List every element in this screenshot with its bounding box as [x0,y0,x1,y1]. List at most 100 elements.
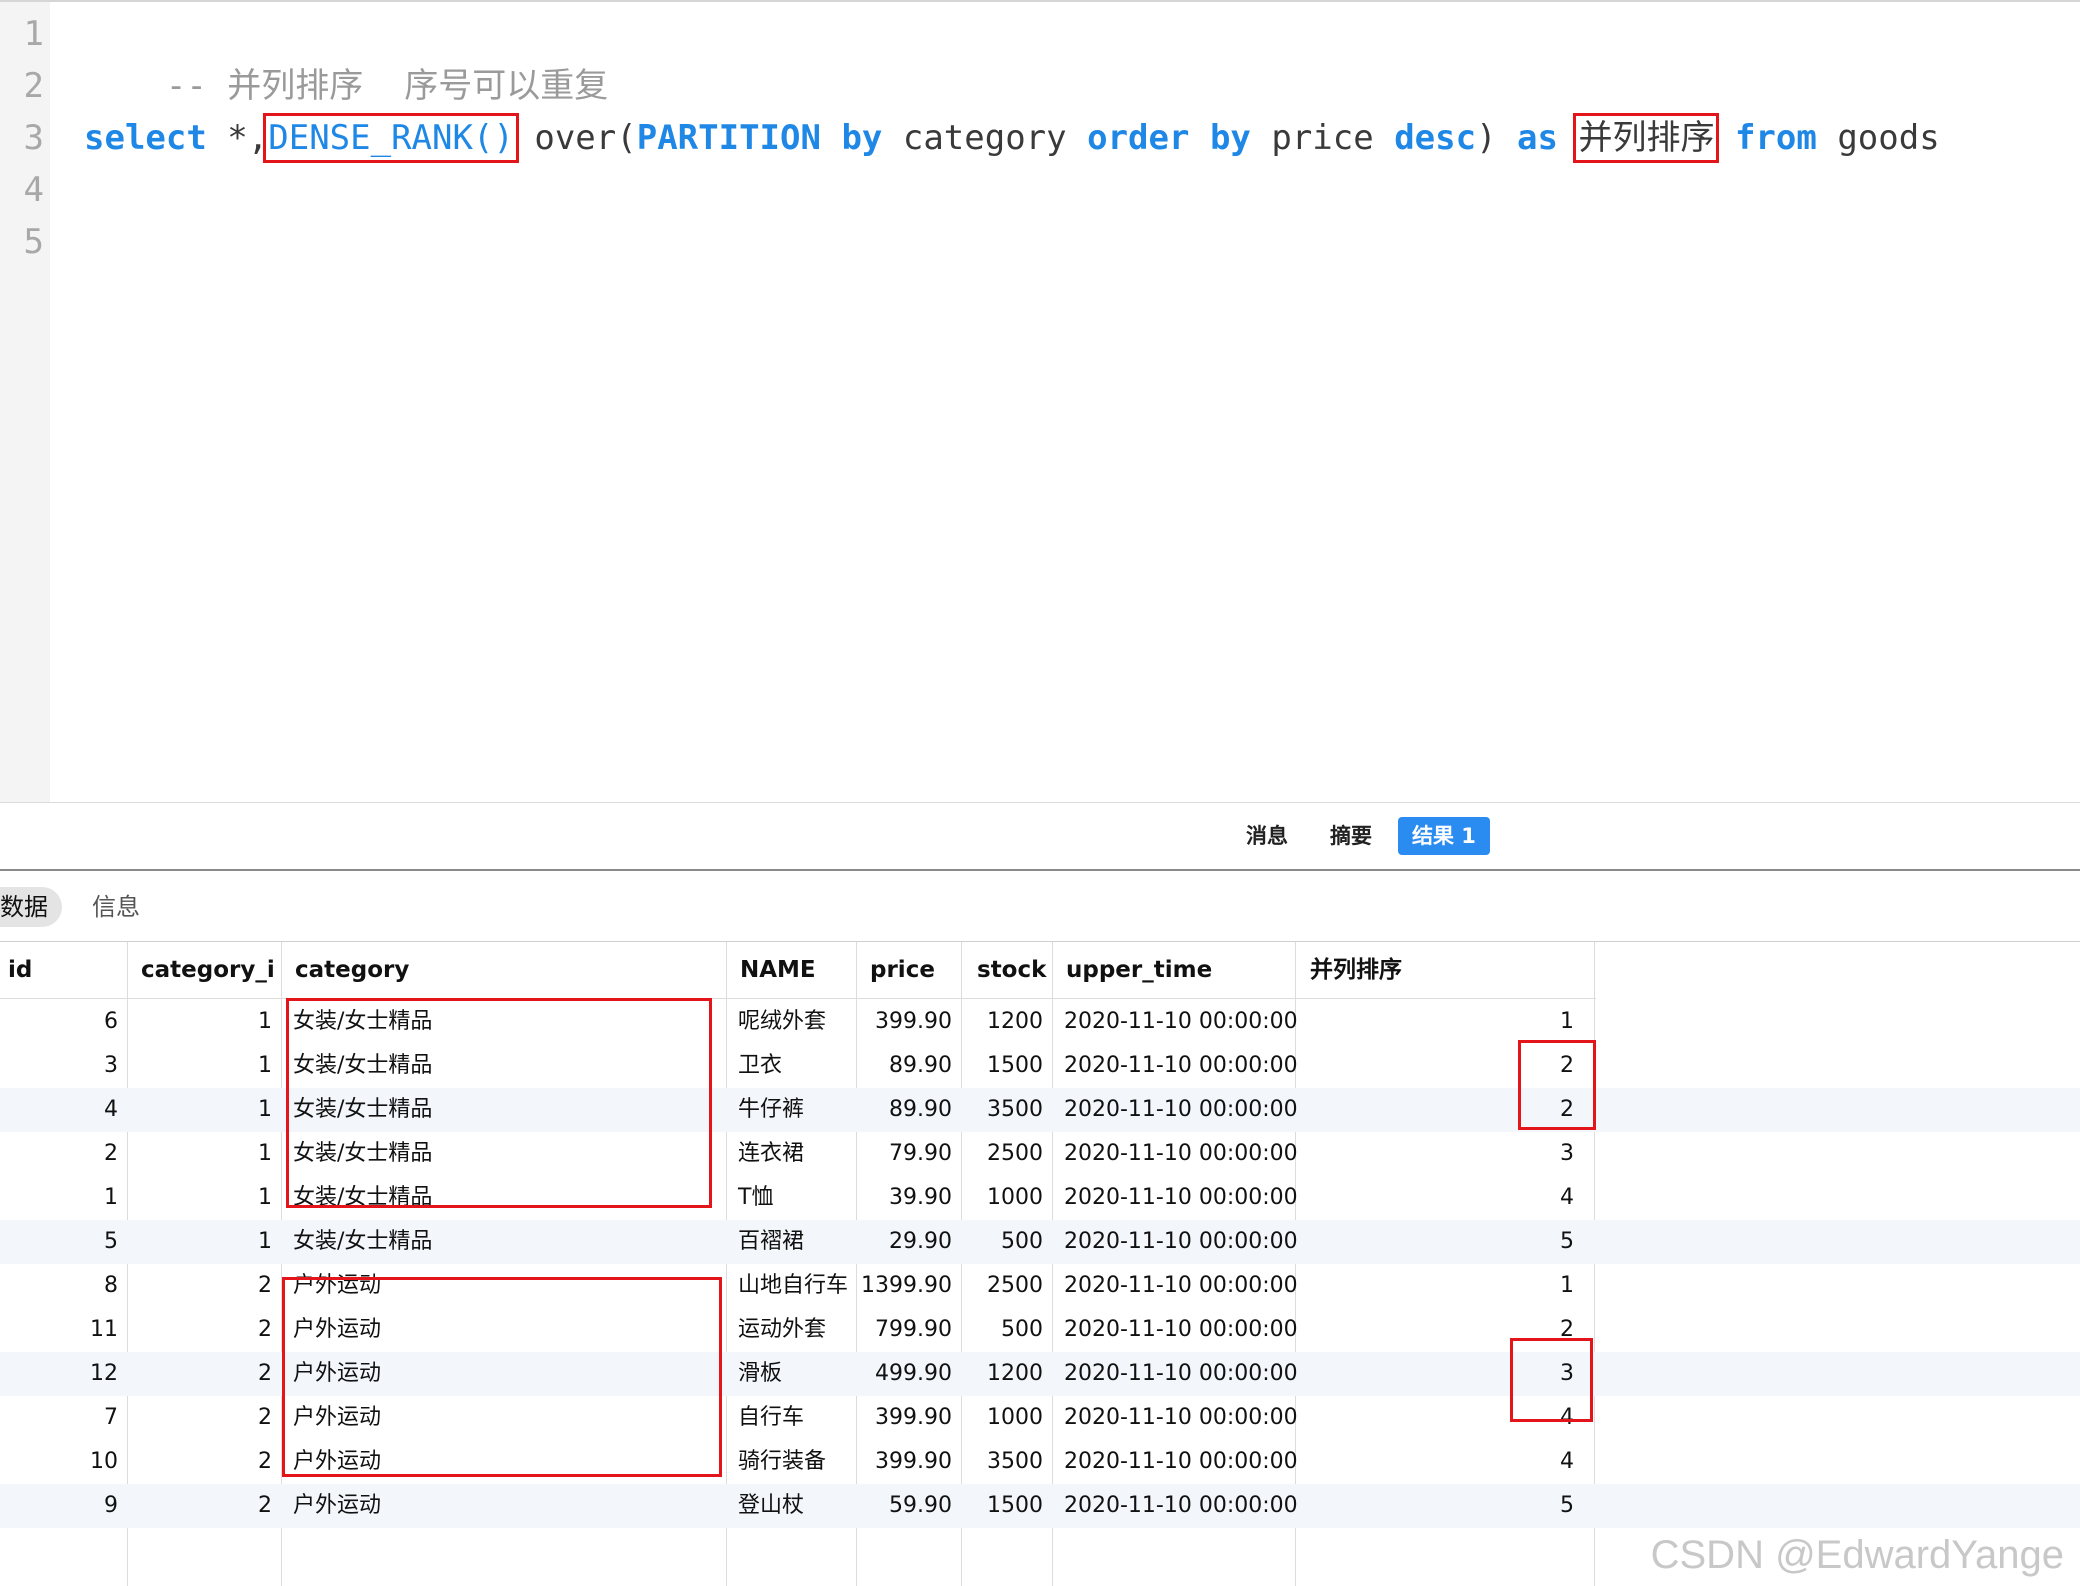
cell-stock[interactable]: 1000 [962,1396,1043,1440]
cell-name[interactable]: 骑行装备 [738,1440,848,1484]
cell-price[interactable]: 39.90 [857,1176,952,1220]
sql-editor[interactable]: 1 2 3 4 5 -- 并列排序 序号可以重复 select *,DENSE_… [0,0,2080,804]
cell-stock[interactable]: 500 [962,1220,1043,1264]
cell-id[interactable]: 7 [0,1396,118,1440]
cell-upper-time[interactable]: 2020-11-10 00:00:00 [1064,1440,1298,1484]
cell-price[interactable]: 399.90 [857,1440,952,1484]
cell-category[interactable]: 户外运动 [293,1484,713,1528]
cell-stock[interactable]: 500 [962,1308,1043,1352]
cell-id[interactable]: 3 [0,1044,118,1088]
column-header-rank[interactable]: 并列排序 [1310,942,1402,998]
cell-price[interactable]: 59.90 [857,1484,952,1528]
column-header-price[interactable]: price [870,942,935,998]
cell-rank[interactable]: 5 [1296,1220,1574,1264]
cell-id[interactable]: 11 [0,1308,118,1352]
cell-upper-time[interactable]: 2020-11-10 00:00:00 [1064,1220,1298,1264]
cell-price[interactable]: 1399.90 [857,1264,952,1308]
cell-category[interactable]: 女装/女士精品 [293,1220,713,1264]
cell-category-id[interactable]: 2 [128,1484,272,1528]
code-line-query[interactable]: select *,DENSE_RANK() over(PARTITION by … [84,112,1940,164]
cell-id[interactable]: 1 [0,1176,118,1220]
cell-name[interactable]: 牛仔裤 [738,1088,848,1132]
cell-stock[interactable]: 3500 [962,1088,1043,1132]
cell-id[interactable]: 8 [0,1264,118,1308]
column-header-category-id[interactable]: category_i [141,942,275,998]
cell-category-id[interactable]: 1 [128,1000,272,1044]
cell-price[interactable]: 79.90 [857,1132,952,1176]
cell-rank[interactable]: 5 [1296,1484,1574,1528]
cell-name[interactable]: 百褶裙 [738,1220,848,1264]
cell-price[interactable]: 799.90 [857,1308,952,1352]
column-header-id[interactable]: id [8,942,32,998]
cell-name[interactable]: T恤 [738,1176,848,1220]
cell-upper-time[interactable]: 2020-11-10 00:00:00 [1064,1000,1298,1044]
cell-id[interactable]: 5 [0,1220,118,1264]
column-header-name[interactable]: NAME [740,942,816,998]
cell-stock[interactable]: 1200 [962,1352,1043,1396]
cell-category-id[interactable]: 1 [128,1044,272,1088]
cell-id[interactable]: 9 [0,1484,118,1528]
cell-category-id[interactable]: 1 [128,1088,272,1132]
cell-category-id[interactable]: 1 [128,1176,272,1220]
cell-category-id[interactable]: 1 [128,1132,272,1176]
cell-upper-time[interactable]: 2020-11-10 00:00:00 [1064,1308,1298,1352]
cell-category-id[interactable]: 2 [128,1352,272,1396]
tab-summary[interactable]: 摘要 [1316,817,1386,855]
cell-stock[interactable]: 2500 [962,1132,1043,1176]
column-header-upper-time[interactable]: upper_time [1066,942,1212,998]
tab-data[interactable]: 数据 [0,887,62,927]
cell-price[interactable]: 89.90 [857,1088,952,1132]
column-header-stock[interactable]: stock [977,942,1046,998]
cell-price[interactable]: 399.90 [857,1000,952,1044]
cell-upper-time[interactable]: 2020-11-10 00:00:00 [1064,1264,1298,1308]
tab-messages[interactable]: 消息 [1232,817,1302,855]
cell-upper-time[interactable]: 2020-11-10 00:00:00 [1064,1176,1298,1220]
cell-name[interactable]: 卫衣 [738,1044,848,1088]
cell-upper-time[interactable]: 2020-11-10 00:00:00 [1064,1044,1298,1088]
cell-name[interactable]: 呢绒外套 [738,1000,848,1044]
code-line-comment[interactable]: -- 并列排序 序号可以重复 [84,8,608,106]
table-row[interactable]: 9 2 户外运动 登山杖 59.90 1500 2020-11-10 00:00:00 5 [0,1484,2080,1528]
cell-price[interactable]: 89.90 [857,1044,952,1088]
column-header-category[interactable]: category [295,942,409,998]
cell-stock[interactable]: 3500 [962,1440,1043,1484]
cell-id[interactable]: 12 [0,1352,118,1396]
tab-result-1[interactable]: 结果 1 [1398,817,1490,855]
cell-id[interactable]: 2 [0,1132,118,1176]
cell-price[interactable]: 499.90 [857,1352,952,1396]
cell-stock[interactable]: 1500 [962,1484,1043,1528]
cell-category-id[interactable]: 2 [128,1308,272,1352]
cell-upper-time[interactable]: 2020-11-10 00:00:00 [1064,1132,1298,1176]
cell-name[interactable]: 连衣裙 [738,1132,848,1176]
cell-category-id[interactable]: 2 [128,1396,272,1440]
cell-name[interactable]: 山地自行车 [738,1264,848,1308]
cell-stock[interactable]: 1200 [962,1000,1043,1044]
cell-stock[interactable]: 1000 [962,1176,1043,1220]
cell-price[interactable]: 29.90 [857,1220,952,1264]
cell-id[interactable]: 6 [0,1000,118,1044]
tab-info[interactable]: 信息 [92,887,140,927]
cell-price[interactable]: 399.90 [857,1396,952,1440]
cell-upper-time[interactable]: 2020-11-10 00:00:00 [1064,1352,1298,1396]
cell-rank[interactable]: 1 [1296,1264,1574,1308]
cell-stock[interactable]: 1500 [962,1044,1043,1088]
cell-rank[interactable]: 4 [1296,1176,1574,1220]
cell-category-id[interactable]: 2 [128,1264,272,1308]
cell-rank[interactable]: 3 [1296,1132,1574,1176]
cell-id[interactable]: 10 [0,1440,118,1484]
cell-rank[interactable]: 4 [1296,1440,1574,1484]
table-row[interactable]: 5 1 女装/女士精品 百褶裙 29.90 500 2020-11-10 00:00:00 5 [0,1220,2080,1264]
cell-category-id[interactable]: 2 [128,1440,272,1484]
cell-name[interactable]: 自行车 [738,1396,848,1440]
cell-name[interactable]: 运动外套 [738,1308,848,1352]
cell-id[interactable]: 4 [0,1088,118,1132]
result-grid[interactable]: id category_i category NAME price stock … [0,942,2080,1586]
cell-name[interactable]: 登山杖 [738,1484,848,1528]
cell-category-id[interactable]: 1 [128,1220,272,1264]
cell-upper-time[interactable]: 2020-11-10 00:00:00 [1064,1396,1298,1440]
cell-upper-time[interactable]: 2020-11-10 00:00:00 [1064,1484,1298,1528]
cell-upper-time[interactable]: 2020-11-10 00:00:00 [1064,1088,1298,1132]
cell-rank[interactable]: 1 [1296,1000,1574,1044]
cell-stock[interactable]: 2500 [962,1264,1043,1308]
cell-name[interactable]: 滑板 [738,1352,848,1396]
